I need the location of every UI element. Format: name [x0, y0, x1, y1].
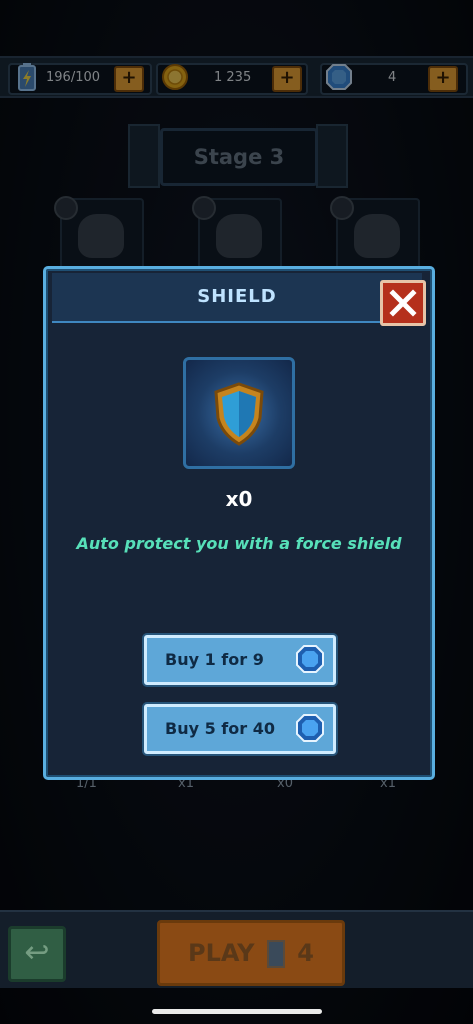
buy-label: Buy 1 for 9	[165, 650, 264, 669]
dialog-title: SHIELD	[197, 286, 277, 307]
bottom-bar: ↩ PLAY 4	[0, 910, 473, 988]
close-button[interactable]	[380, 280, 426, 326]
gem-icon	[296, 645, 324, 673]
dialog-header: SHIELD	[52, 273, 426, 326]
item-count: x0	[225, 487, 253, 511]
play-button[interactable]: PLAY 4	[157, 920, 345, 986]
back-arrow-icon: ↩	[24, 935, 50, 970]
energy-battery-icon	[266, 940, 285, 968]
game-scene: 196/100 + 1 235 + 4 + Stage 3 1/1 x1 x0	[0, 0, 473, 1024]
buy-1-button[interactable]: Buy 1 for 9	[144, 635, 336, 685]
buy-label: Buy 5 for 40	[165, 719, 275, 738]
shield-dialog: SHIELD x0 Auto protect you with a force …	[43, 266, 435, 780]
close-icon	[389, 289, 417, 317]
shield-icon	[214, 382, 264, 446]
back-button[interactable]: ↩	[8, 926, 66, 982]
home-indicator[interactable]	[152, 1009, 322, 1014]
shield-item-frame	[183, 357, 295, 469]
play-label: PLAY	[188, 939, 255, 967]
buy-5-button[interactable]: Buy 5 for 40	[144, 704, 336, 754]
play-cost: 4	[297, 939, 314, 967]
gem-icon	[296, 714, 324, 742]
item-description: Auto protect you with a force shield	[76, 534, 402, 553]
